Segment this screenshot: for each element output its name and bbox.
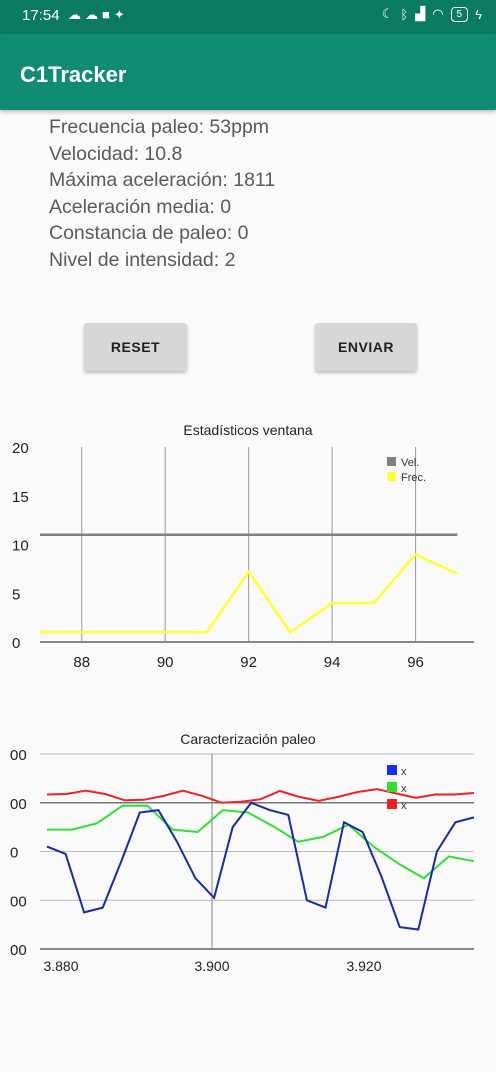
x-tick-label: 88 — [73, 654, 90, 671]
stats-list: Frecuencia paleo: 53ppm Velocidad: 10.8 … — [49, 114, 275, 273]
y-tick-label: 10 — [12, 538, 29, 555]
stat-intensity-level: Nivel de intensidad: 2 — [49, 248, 236, 271]
app-bar: C1Tracker — [0, 34, 496, 110]
y-tick-label: 00 — [10, 893, 27, 910]
send-button[interactable]: ENVIAR — [315, 323, 417, 371]
notification-icons: ☁☁■✦ — [68, 7, 129, 23]
x-tick-label: 94 — [324, 654, 341, 671]
stat-stroke-frequency: Frecuencia paleo: 53ppm — [49, 116, 270, 138]
system-icons: ☾ ᛒ ▟ ◠ 5 ϟ — [382, 6, 482, 22]
bluetooth-icon: ᛒ — [400, 6, 409, 22]
legend-swatch — [387, 782, 397, 792]
x-tick-label: 90 — [157, 654, 174, 671]
legend-swatch — [387, 457, 396, 466]
series-line-2 — [46, 801, 475, 931]
y-tick-label: 20 — [12, 440, 29, 457]
signal-icon: ▟ — [415, 6, 426, 21]
legend-swatch — [387, 799, 397, 809]
legend-swatch — [387, 765, 397, 775]
stat-mean-acceleration: Aceleración media: 0 — [49, 195, 232, 218]
stroke-characterization-chart: Caracterización paleo0000000003.880 3.900… — [10, 731, 475, 974]
wifi-icon: ◠ — [432, 6, 444, 21]
window-stats-chart: Estadísticos ventana 0 5 10 15 20 88 90 92 94 96 Ve… — [12, 422, 474, 671]
y-tick-label: 0 — [10, 845, 18, 862]
reset-button[interactable]: RESET — [84, 323, 187, 371]
y-tick-label: 00 — [10, 747, 27, 764]
app-title: C1Tracker — [20, 62, 127, 87]
stat-stroke-consistency: Constancia de paleo: 0 — [49, 222, 249, 244]
legend-label: Frec. — [401, 472, 426, 484]
status-time: 17:54 — [22, 7, 60, 24]
charging-icon: ϟ — [475, 6, 482, 22]
stat-max-acceleration: Máxima aceleración: 1811 — [49, 169, 276, 191]
chart-title: Estadísticos ventana — [183, 422, 312, 438]
x-tick-label: 3.900 — [194, 958, 229, 974]
status-bar: 17:54 ☁☁■✦ ☾ ᛒ ▟ ◠ 5 ϟ — [0, 0, 496, 34]
series-line-1 — [47, 804, 475, 880]
cloud-icon: ☁ — [85, 7, 102, 22]
video-icon: ■ — [102, 7, 114, 22]
legend-label: x — [401, 766, 407, 778]
legend-label: Vel. — [401, 457, 419, 469]
series-line-0 — [46, 788, 475, 804]
y-tick-label: 0 — [12, 635, 20, 652]
x-tick-label: 92 — [240, 654, 257, 671]
cloud-icon: ☁ — [68, 7, 85, 22]
y-tick-label: 00 — [10, 942, 27, 959]
chart-title: Caracterización paleo — [180, 731, 316, 747]
y-tick-label: 00 — [10, 796, 27, 813]
y-tick-label: 15 — [12, 489, 29, 506]
battery-icon: 5 — [450, 6, 469, 22]
x-tick-label: 96 — [407, 654, 424, 671]
legend-label: x — [401, 783, 407, 795]
moon-icon: ☾ — [381, 6, 394, 21]
x-tick-label: 3.920 — [346, 958, 381, 974]
twitter-icon: ✦ — [113, 7, 129, 22]
x-tick-label: 3.880 — [43, 958, 78, 974]
legend-label: x — [401, 800, 407, 812]
stat-speed: Velocidad: 10.8 — [49, 142, 183, 165]
y-tick-label: 5 — [12, 586, 20, 603]
legend-swatch — [387, 472, 396, 481]
